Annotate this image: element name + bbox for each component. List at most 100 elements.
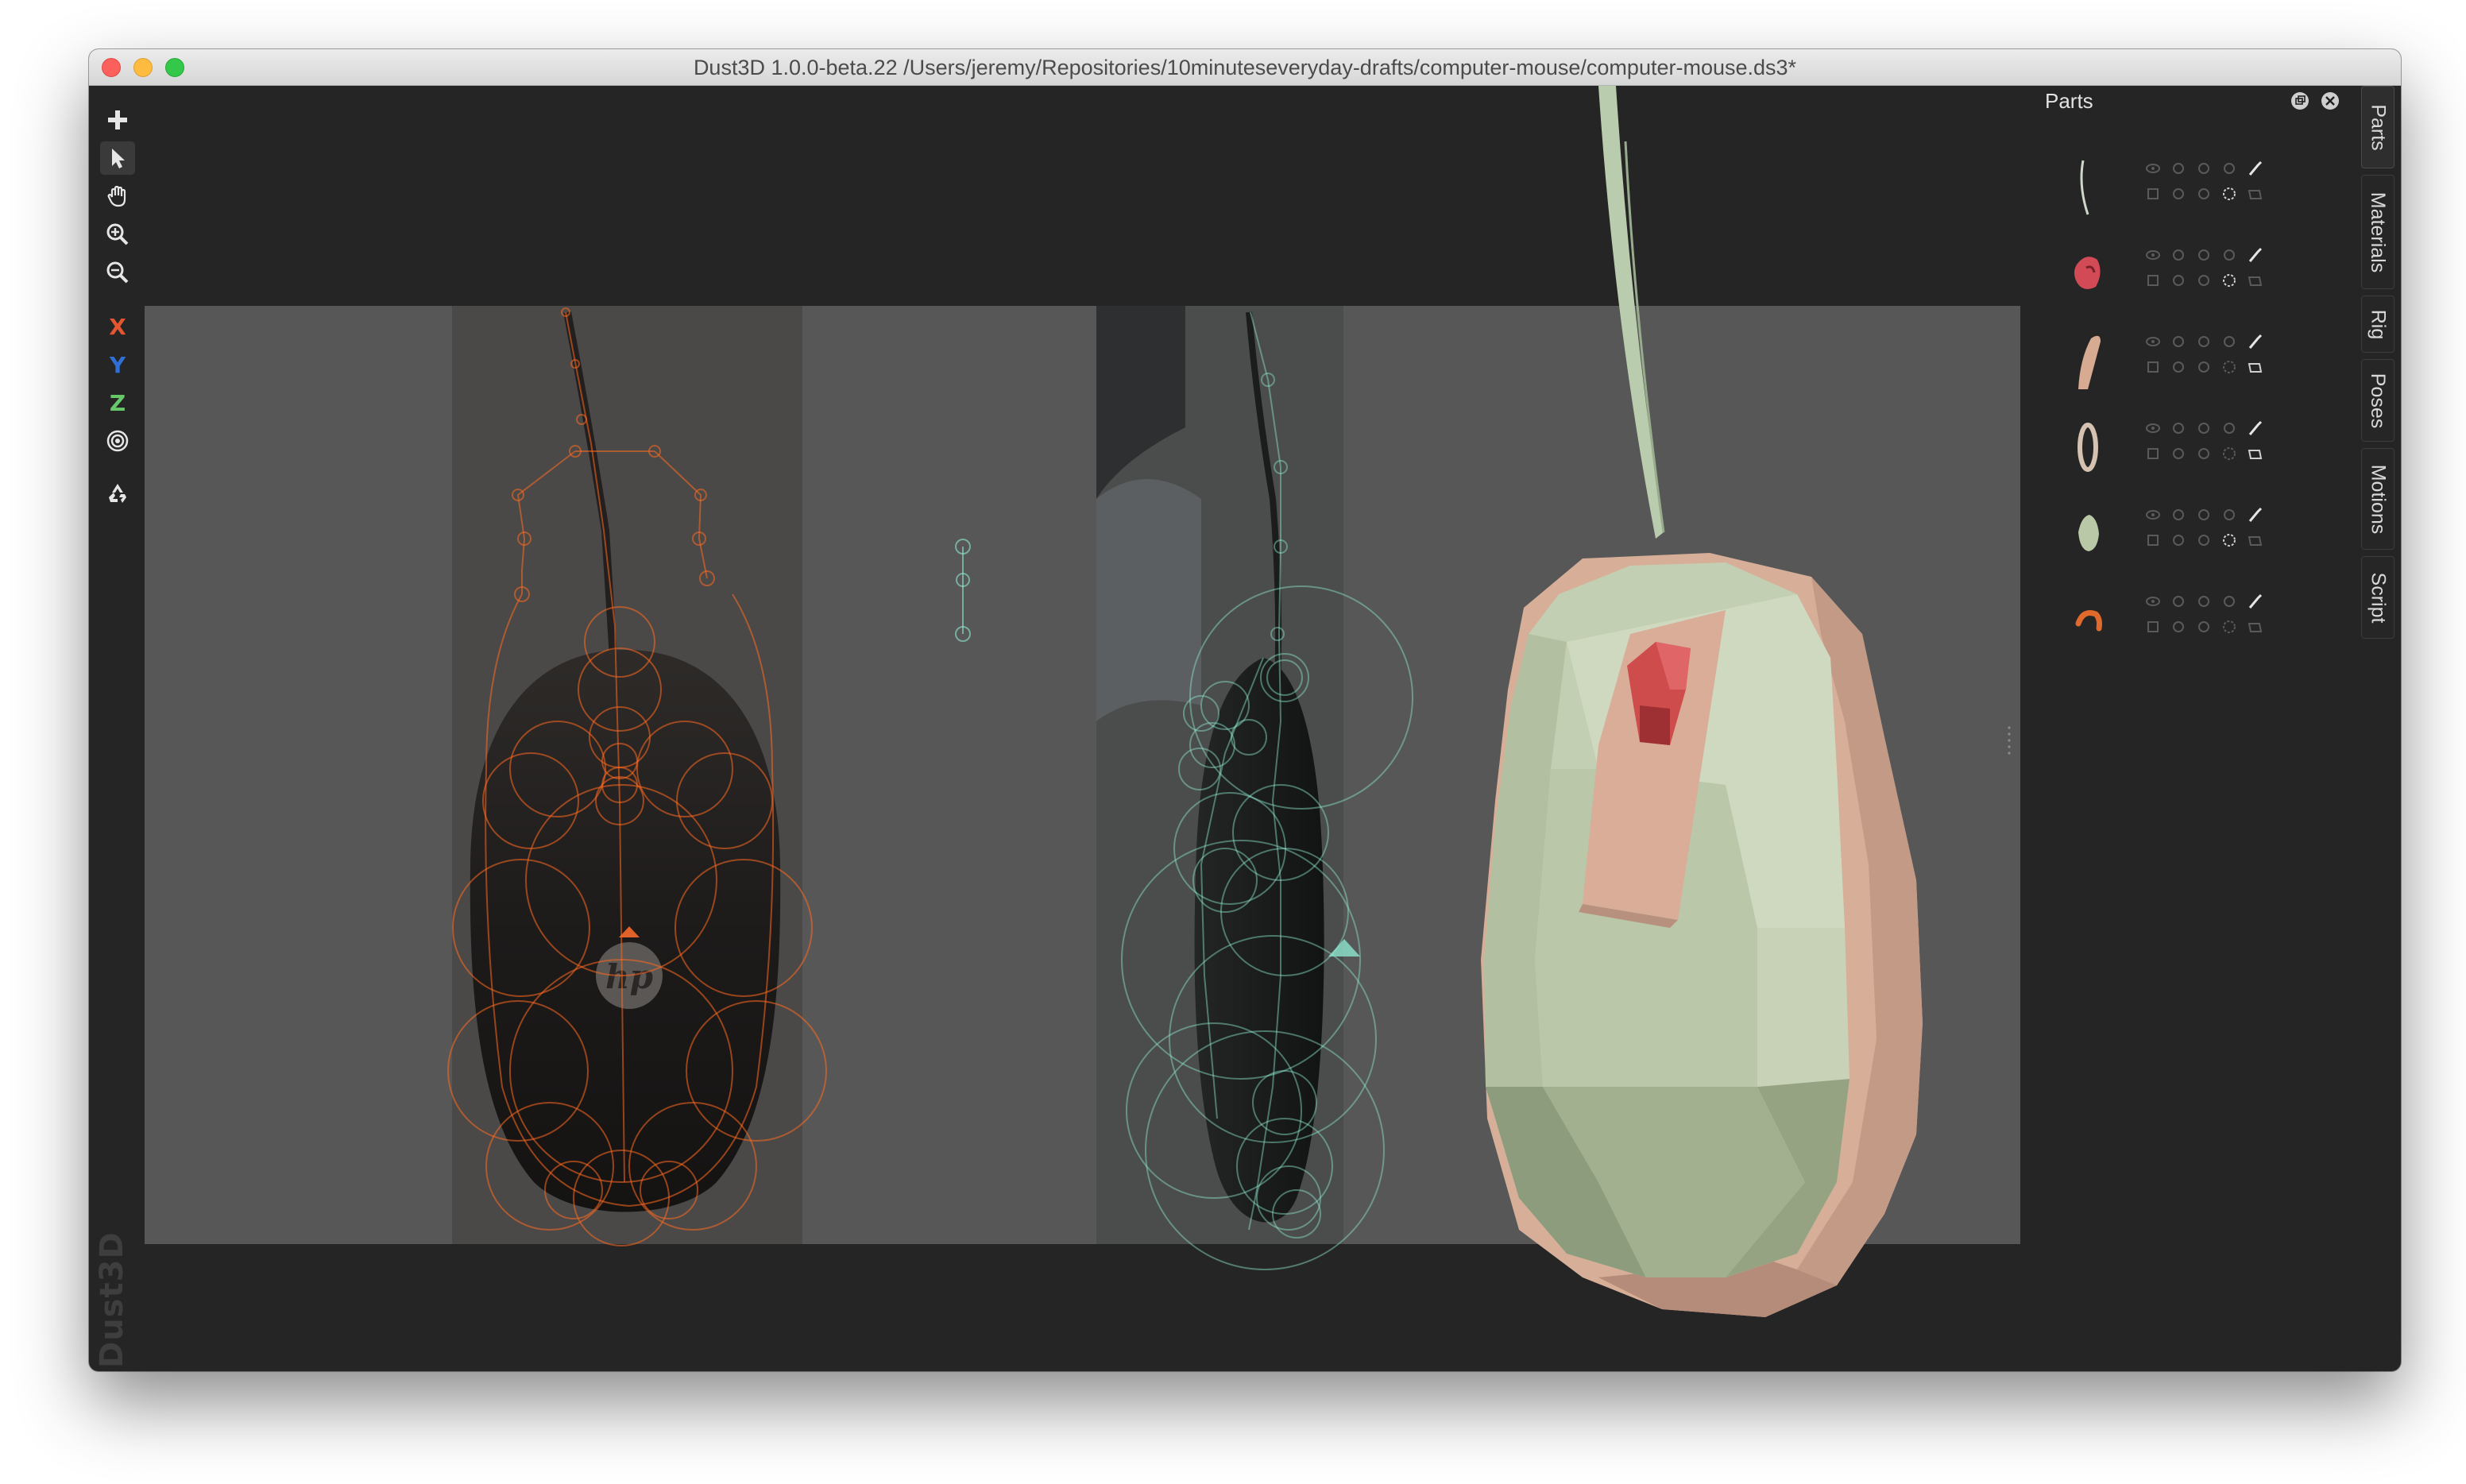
lock-icon — [2173, 423, 2184, 434]
lock-icon — [2173, 509, 2184, 520]
magnet-icon — [2173, 448, 2184, 459]
paint-icon — [2248, 334, 2263, 349]
arrow-cursor-icon — [112, 149, 125, 168]
eye-icon — [2146, 510, 2160, 520]
tab-materials[interactable]: Materials — [2361, 175, 2394, 289]
part-preview-thumbnail — [2074, 257, 2101, 289]
eye-icon — [2146, 597, 2160, 606]
zoom-in-tool-button[interactable] — [100, 218, 135, 251]
dust3d-watermark: Dust3D — [94, 1231, 130, 1368]
mirror-icon — [2224, 509, 2235, 520]
regenerate-button[interactable] — [100, 477, 135, 510]
chain-icon — [2198, 509, 2209, 520]
zoom-in-icon — [106, 223, 129, 245]
checkbox-icon — [2147, 535, 2159, 546]
title-bar: Dust3D 1.0.0-beta.22 /Users/jeremy/Repos… — [89, 49, 2401, 86]
plus-icon — [108, 110, 127, 129]
scissors-icon — [2198, 361, 2209, 373]
part-item[interactable] — [2059, 323, 2345, 402]
rotate-icon — [2223, 620, 2236, 633]
magnet-icon — [2173, 621, 2184, 632]
close-icon — [2325, 96, 2335, 106]
part-preview-thumbnail — [2075, 610, 2102, 632]
chain-icon — [2198, 596, 2209, 607]
mirror-icon — [2224, 336, 2235, 347]
paint-icon — [2248, 507, 2263, 522]
close-panel-button[interactable] — [2321, 92, 2339, 110]
checkbox-icon — [2147, 361, 2159, 373]
window-title: Dust3D 1.0.0-beta.22 /Users/jeremy/Repos… — [693, 56, 1797, 79]
part-toggle-icons[interactable] — [2145, 236, 2288, 315]
part-toggle-icons[interactable] — [2145, 496, 2288, 575]
chain-icon — [2198, 423, 2209, 434]
pan-tool-button[interactable] — [100, 180, 135, 213]
rotate-icon — [2223, 361, 2236, 373]
checkbox-icon — [2147, 275, 2159, 286]
grip-icon — [2008, 726, 2011, 755]
scissors-icon — [2198, 448, 2209, 459]
checkbox-icon — [2147, 448, 2159, 459]
paint-icon — [2248, 247, 2263, 262]
parts-panel-title: Parts — [2045, 89, 2093, 113]
checkbox-icon — [2147, 621, 2159, 632]
part-toggle-icons[interactable] — [2145, 582, 2288, 662]
deform-icon — [2248, 450, 2263, 459]
chain-icon — [2198, 336, 2209, 347]
x-axis-lock-button[interactable]: X — [100, 310, 135, 343]
paint-icon — [2248, 593, 2263, 609]
parts-panel: Parts — [2027, 86, 2352, 1039]
chain-icon — [2198, 249, 2209, 261]
part-toggle-icons[interactable] — [2145, 409, 2288, 489]
scissors-icon — [2198, 275, 2209, 286]
z-axis-lock-button[interactable]: Z — [100, 386, 135, 419]
tab-poses[interactable]: Poses — [2361, 359, 2394, 442]
mirror-icon — [2224, 596, 2235, 607]
rotate-icon — [2223, 274, 2236, 287]
part-item[interactable] — [2059, 409, 2345, 489]
part-item[interactable] — [2059, 496, 2345, 575]
deform-icon — [2248, 623, 2263, 632]
panel-splitter-handle[interactable] — [2007, 725, 2012, 756]
magnet-icon — [2173, 188, 2184, 199]
mirror-icon — [2224, 163, 2235, 174]
lock-icon — [2173, 596, 2184, 607]
hand-icon — [107, 185, 126, 207]
app-window: Dust3D 1.0.0-beta.22 /Users/jeremy/Repos… — [89, 49, 2401, 1371]
part-item[interactable] — [2059, 582, 2345, 662]
eye-icon — [2146, 164, 2160, 173]
part-item[interactable] — [2059, 236, 2345, 315]
deform-icon — [2248, 363, 2263, 373]
magnet-icon — [2173, 361, 2184, 373]
y-axis-lock-button[interactable]: Y — [100, 348, 135, 381]
part-preview-thumbnail — [2080, 160, 2089, 215]
zoom-out-tool-button[interactable] — [100, 256, 135, 289]
magnet-icon — [2173, 275, 2184, 286]
eye-icon — [2146, 337, 2160, 346]
restore-panel-button[interactable] — [2291, 92, 2309, 110]
part-item[interactable] — [2059, 149, 2345, 229]
select-tool-button[interactable] — [100, 141, 135, 175]
checkbox-icon — [2147, 188, 2159, 199]
rotate-icon — [2223, 447, 2236, 460]
recycle-icon — [109, 484, 126, 503]
lock-icon — [2173, 163, 2184, 174]
radial-icon — [106, 430, 129, 452]
rendered-3d-mouse[interactable] — [1481, 86, 1923, 1317]
add-node-tool-button[interactable] — [100, 103, 135, 137]
deform-icon — [2248, 536, 2263, 546]
deform-icon — [2248, 276, 2263, 286]
side-tab-bar: Parts Materials Rig Poses Motions Script — [2358, 86, 2401, 1039]
paint-icon — [2248, 420, 2263, 435]
part-toggle-icons[interactable] — [2145, 149, 2288, 229]
part-toggle-icons[interactable] — [2145, 323, 2288, 402]
eye-icon — [2146, 250, 2160, 260]
tab-script[interactable]: Script — [2361, 556, 2394, 639]
tab-rig[interactable]: Rig — [2361, 296, 2394, 353]
deform-icon — [2248, 190, 2263, 199]
radius-lock-button[interactable] — [100, 424, 135, 458]
chain-icon — [2198, 163, 2209, 174]
zoom-out-icon — [106, 261, 129, 284]
rotate-icon — [2223, 534, 2236, 547]
tab-parts[interactable]: Parts — [2361, 86, 2394, 168]
tab-motions[interactable]: Motions — [2361, 448, 2394, 550]
